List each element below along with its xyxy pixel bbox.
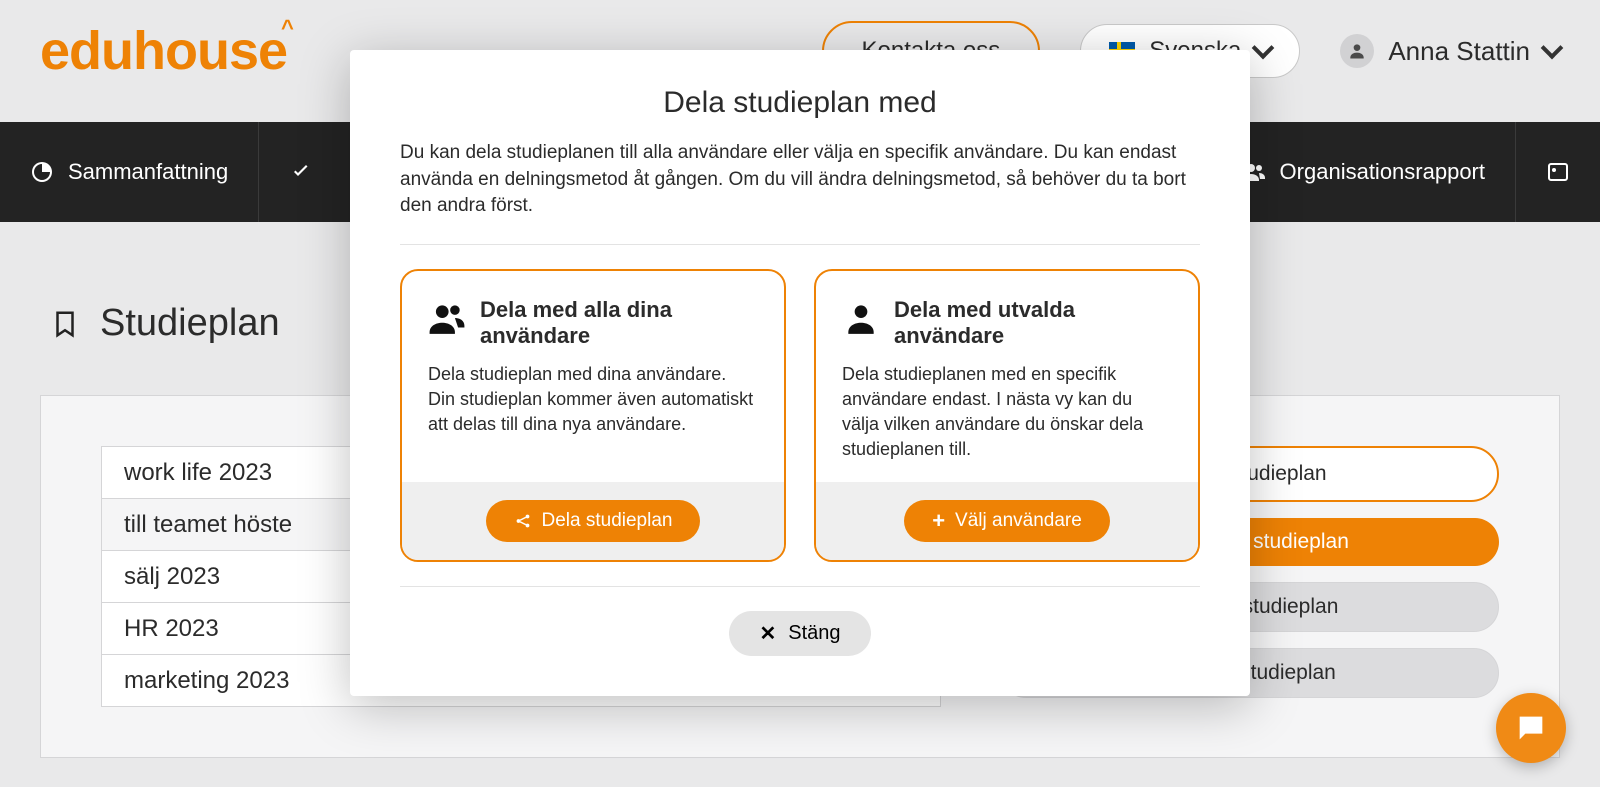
users-group-icon [428, 299, 466, 337]
divider [400, 586, 1200, 587]
share-select-title: Dela med utvalda användare [894, 297, 1172, 350]
user-icon [842, 299, 880, 337]
chat-icon [1514, 711, 1548, 745]
share-all-text: Dela studieplan med dina användare. Din … [428, 362, 758, 438]
close-label: Stäng [788, 622, 840, 645]
share-all-title: Dela med alla dina användare [480, 297, 758, 350]
chat-fab[interactable] [1496, 693, 1566, 763]
close-modal-button[interactable]: ✕ Stäng [729, 611, 870, 656]
share-all-button[interactable]: Dela studieplan [486, 500, 701, 542]
divider [400, 244, 1200, 245]
select-users-cta: Välj användare [955, 510, 1082, 532]
share-select-card: Dela med utvalda användare Dela studiepl… [814, 269, 1200, 563]
share-select-text: Dela studieplanen med en specifik använd… [842, 362, 1172, 463]
modal-description: Du kan dela studieplanen till alla använ… [400, 140, 1200, 220]
close-icon: ✕ [759, 621, 776, 646]
share-icon [514, 512, 532, 530]
share-all-cta: Dela studieplan [542, 510, 673, 532]
share-modal: Dela studieplan med Du kan dela studiepl… [350, 50, 1250, 696]
select-users-button[interactable]: + Välj användare [904, 500, 1110, 542]
modal-title: Dela studieplan med [400, 86, 1200, 120]
share-all-card: Dela med alla dina användare Dela studie… [400, 269, 786, 563]
modal-overlay: Dela studieplan med Du kan dela studiepl… [0, 0, 1600, 787]
